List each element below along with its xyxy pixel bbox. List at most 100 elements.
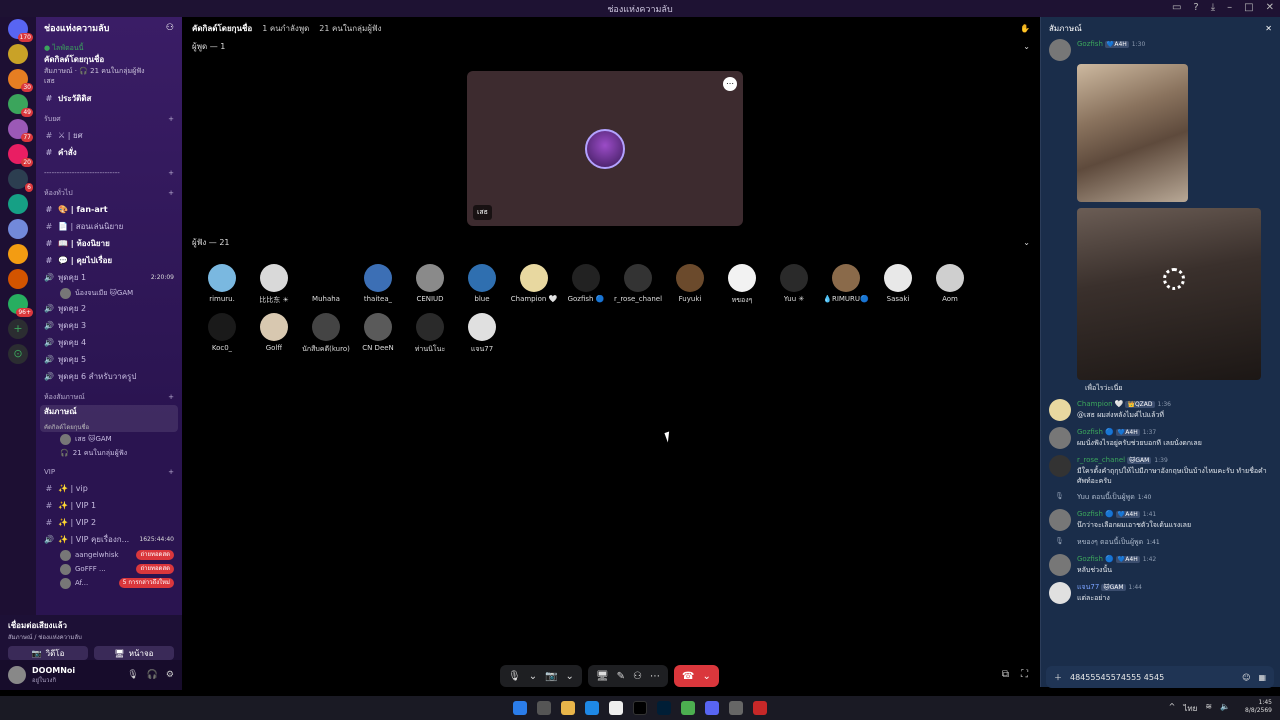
calculator-icon[interactable]: [729, 701, 743, 715]
headphones-icon[interactable]: 🎧: [147, 670, 158, 680]
video-button[interactable]: 📷 วิดีโอ: [8, 646, 88, 660]
voice-channel[interactable]: 🔊 พูดคุย 4: [36, 334, 182, 351]
invite-icon[interactable]: ⚇: [633, 671, 642, 682]
download-icon[interactable]: ⤓: [1211, 2, 1215, 13]
voice-user[interactable]: น้องจนเมีย 🐱GAM: [36, 286, 182, 300]
chat-message[interactable]: Champion 🤍 👑QZAD 1:36 @เสธ ผมส่งหลังไมค์ไปแ…: [1041, 396, 1280, 424]
listener[interactable]: 比比东 ☀: [248, 264, 300, 313]
minimize-button[interactable]: –: [1227, 2, 1232, 13]
message-author[interactable]: Gozfish: [1077, 40, 1103, 48]
listener[interactable]: Golff: [248, 313, 300, 362]
category-vip[interactable]: VIP +: [36, 464, 182, 480]
message-author[interactable]: Gozfish 🔵: [1077, 510, 1114, 518]
listener[interactable]: r_rose_chanel: [612, 264, 664, 313]
vip-channel[interactable]: # ✨ | VIP 2: [36, 514, 182, 531]
channel-novel-guide[interactable]: # 📄 | สอนเล่นนิยาย: [36, 218, 182, 235]
chat-message[interactable]: Gozfish 🔵 💙A4H 1:42 หลับช่วงนั้น: [1041, 551, 1280, 579]
chevron-up-icon[interactable]: ^: [1169, 702, 1176, 715]
channel-rank[interactable]: # ⚔ | ยศ: [36, 127, 182, 144]
activity-icon[interactable]: ✎: [617, 671, 625, 682]
server-icon[interactable]: 20: [8, 144, 33, 167]
voice-channel[interactable]: 🔊 พูดคุย 6 สำหรับวาครูป: [36, 368, 182, 385]
user-avatar[interactable]: [8, 666, 26, 684]
inbox-icon[interactable]: ▭: [1172, 2, 1181, 13]
mic-icon[interactable]: 🎙: [127, 670, 138, 680]
message-author[interactable]: Champion 🤍: [1077, 400, 1123, 408]
screen-share-icon[interactable]: 🖥: [596, 671, 609, 682]
speaker-tile[interactable]: เสธ ⋯: [467, 71, 743, 226]
more-icon[interactable]: ⋯: [650, 671, 660, 682]
server-icon[interactable]: [8, 194, 28, 214]
channel-commands[interactable]: # คำสั่ง: [36, 144, 182, 161]
vip-channel[interactable]: # ✨ | VIP 1: [36, 497, 182, 514]
server-icon[interactable]: [8, 219, 28, 239]
edge-icon[interactable]: [585, 701, 599, 715]
app-icon[interactable]: [753, 701, 767, 715]
listener[interactable]: Gozfish 🔵: [560, 264, 612, 313]
listener[interactable]: CENIUD: [404, 264, 456, 313]
voice-channel[interactable]: 🔊 พูดคุย 3: [36, 317, 182, 334]
activity-controls[interactable]: 🖥 ✎ ⚇ ⋯: [587, 665, 668, 687]
leave-stage-button[interactable]: ☎ ⌄: [674, 665, 719, 687]
add-channel-icon[interactable]: +: [168, 169, 174, 177]
apps-icon[interactable]: ▦: [1258, 673, 1266, 682]
message-input[interactable]: 48455545574555 4545: [1070, 673, 1164, 682]
chat-message[interactable]: Gozfish 🔵 💙A4H 1:37 ผมนั่งฟังไรอยู่ครับช่วย…: [1041, 424, 1280, 452]
chevron-down-icon[interactable]: ⌄: [1023, 238, 1030, 247]
close-icon[interactable]: ✕: [1265, 24, 1272, 33]
cat-image-1[interactable]: [1077, 64, 1188, 202]
close-window-button[interactable]: ✕: [1266, 2, 1274, 13]
listener[interactable]: CN DeeN: [352, 313, 404, 362]
listener[interactable]: Fuyuki: [664, 264, 716, 313]
avatar[interactable]: [1049, 399, 1071, 421]
server-icon[interactable]: 49: [8, 94, 33, 117]
message-author[interactable]: Gozfish 🔵: [1077, 555, 1114, 563]
category-rank[interactable]: รับยศ +: [36, 111, 182, 127]
chevron-down-icon[interactable]: ⌄: [1023, 42, 1030, 51]
category-interview[interactable]: ห้องสัมภาษณ์ +: [36, 389, 182, 405]
message-author[interactable]: แจน77: [1077, 583, 1099, 591]
listener[interactable]: Muhaha: [300, 264, 352, 313]
listener[interactable]: นักสืบคดี(kuro): [300, 313, 352, 362]
discord-icon[interactable]: [705, 701, 719, 715]
folder-icon[interactable]: [561, 701, 575, 715]
add-channel-icon[interactable]: +: [168, 393, 174, 401]
live-event[interactable]: ● ไลฟ์ตอนนี้ คัดกิลด์โดยกุนชื่อ สัมภาษณ์…: [36, 39, 182, 90]
listener[interactable]: blue: [456, 264, 508, 313]
add-channel-icon[interactable]: +: [168, 189, 174, 197]
listener[interactable]: หของๆ: [716, 264, 768, 313]
chat-message[interactable]: Gozfish 💙A4H 1:30: [1041, 39, 1280, 64]
message-composer[interactable]: ＋ 48455545574555 4545 ☺ ▦: [1046, 666, 1274, 688]
server-icon[interactable]: 170: [8, 19, 33, 42]
voice-user[interactable]: Af... 5 การกล่าวถึงใหม่: [36, 576, 182, 590]
stage-channel-interview[interactable]: สัมภาษณ์ คัดกิลด์โดยกุนชื่อ: [40, 405, 178, 432]
mic-control[interactable]: 🎙 ⌄ 📷 ⌄: [500, 665, 582, 687]
chat-message[interactable]: r_rose_chanel 🐱GAM 1:39 มีใครตั้งคำถุกุปให้…: [1041, 452, 1280, 489]
add-channel-icon[interactable]: +: [168, 468, 174, 476]
avatar[interactable]: [1049, 509, 1071, 531]
message-author[interactable]: Gozfish 🔵: [1077, 428, 1114, 436]
server-icon[interactable]: 77: [8, 119, 33, 142]
server-icon[interactable]: 96+: [8, 294, 33, 317]
listener[interactable]: rimuru.: [196, 264, 248, 313]
help-icon[interactable]: ?: [1193, 2, 1198, 13]
avatar[interactable]: [1049, 427, 1071, 449]
add-server-icon[interactable]: +: [8, 319, 28, 339]
stage-user[interactable]: เสธ 🐱GAM: [36, 432, 182, 446]
raise-hand-icon[interactable]: ✋: [1020, 24, 1030, 33]
voice-channel-1[interactable]: 🔊 พูดคุย 1 2:20:09: [36, 269, 182, 286]
server-icon[interactable]: [8, 244, 28, 264]
channel-chat[interactable]: # 💬 | คุยไปเรื่อย: [36, 252, 182, 269]
language-indicator[interactable]: ไทย: [1183, 702, 1197, 715]
volume-icon[interactable]: 🔈: [1220, 702, 1230, 715]
avatar[interactable]: [1049, 582, 1071, 604]
add-channel-icon[interactable]: +: [168, 115, 174, 123]
voice-user[interactable]: GoFFF ... ถ่ายทอดสด: [36, 562, 182, 576]
voice-channel[interactable]: 🔊 พูดคุย 5: [36, 351, 182, 368]
listener[interactable]: ท่านนิโนะ: [404, 313, 456, 362]
chrome-icon[interactable]: [681, 701, 695, 715]
screen-share-button[interactable]: 🖥 หน้าจอ: [94, 646, 174, 660]
server-icon[interactable]: [8, 44, 28, 64]
listener[interactable]: Koc0_: [196, 313, 248, 362]
channel-history[interactable]: # ประวัติดิส: [36, 90, 182, 107]
